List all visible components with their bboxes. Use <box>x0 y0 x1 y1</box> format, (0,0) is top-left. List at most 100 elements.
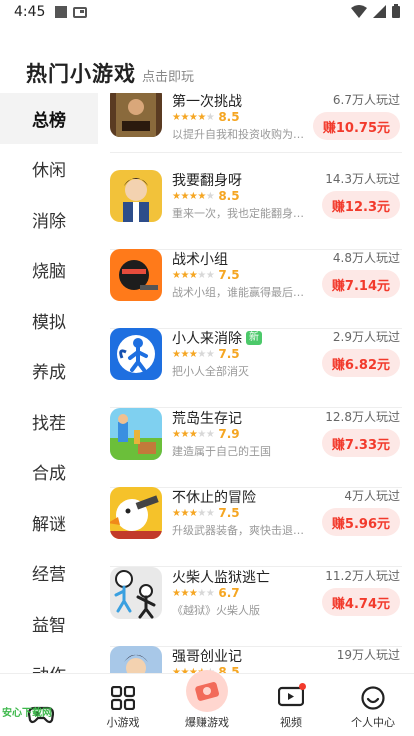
game-desc: 以提升自我和投资收购为目标 <box>172 128 312 141</box>
game-name: 荒岛生存记 <box>172 411 242 427</box>
game-name: 强哥创业记 <box>172 649 242 665</box>
earn-button[interactable]: 赚7.33元 <box>321 429 400 457</box>
sidebar-item-action[interactable]: 动作 <box>0 649 98 673</box>
game-desc: 建造属于自己的王国 <box>172 445 271 458</box>
earn-button[interactable]: 赚10.75元 <box>312 112 400 140</box>
list-item[interactable]: 我要翻身呀 ★★★★★ 8.5 重来一次，我也定能翻身逆袭 14.3万人玩过 赚1… <box>98 170 414 250</box>
signal-icon <box>373 4 386 18</box>
notification-dot <box>299 683 306 690</box>
rating-stars-icon: ★★★★★ <box>172 587 215 599</box>
game-icon-prison <box>110 567 162 619</box>
earn-button[interactable]: 赚6.82元 <box>321 349 400 377</box>
game-name: 不休止的冒险 <box>172 490 256 506</box>
nav-label: 视频 <box>280 716 302 729</box>
players-count: 6.7万人玩过 <box>332 93 400 107</box>
sidebar-item-match[interactable]: 消除 <box>0 194 98 245</box>
sidebar-item-brain[interactable]: 烧脑 <box>0 245 98 296</box>
game-name: 火柴人监狱逃亡 <box>172 570 270 586</box>
rating-stars-icon: ★★★★★ <box>172 428 215 440</box>
nav-label: 爆赚游戏 <box>185 716 229 729</box>
game-rating: ★★★★★ 7.9 <box>172 427 240 441</box>
notification-square-icon <box>55 6 68 18</box>
nav-video[interactable]: 视频 <box>250 674 332 736</box>
game-name: 小人来消除新 <box>172 328 262 348</box>
new-badge: 新 <box>246 331 262 345</box>
sidebar-item-management[interactable]: 经营 <box>0 548 98 599</box>
earn-button[interactable]: 赚12.3元 <box>321 191 400 219</box>
status-bar: 4:45 <box>0 0 414 24</box>
money-icon <box>195 682 220 701</box>
sidebar-item-merge[interactable]: 合成 <box>0 447 98 498</box>
game-rating: ★★★★★ 7.5 <box>172 268 240 282</box>
game-icon-island <box>110 408 162 460</box>
players-count: 4万人玩过 <box>344 489 400 503</box>
watermark: 安心下载网 <box>2 708 52 719</box>
players-count: 12.8万人玩过 <box>325 410 400 424</box>
battery-icon <box>392 4 400 18</box>
page-title: 热门小游戏 <box>26 62 136 86</box>
game-desc: 把小人全部消灭 <box>172 365 249 378</box>
game-icon-stickman <box>110 328 162 380</box>
list-item[interactable]: 小人来消除新 ★★★★★ 7.5 把小人全部消灭 2.9万人玩过 赚6.82元 <box>98 328 414 408</box>
game-desc: 重来一次，我也定能翻身逆袭 <box>172 207 312 220</box>
category-sidebar: 总榜 休闲 消除 烧脑 模拟 养成 找茬 合成 解谜 经营 益智 动作 <box>0 93 98 673</box>
smile-face-icon <box>361 686 385 710</box>
earn-button[interactable]: 赚4.74元 <box>321 588 400 616</box>
list-item[interactable]: 战术小组 ★★★★★ 7.5 战术小组，谁能赢得最后的胜利 4.8万人玩过 赚7.… <box>98 249 414 329</box>
game-rating: ★★★★★8.5 <box>172 110 240 124</box>
nav-label: 小游戏 <box>106 716 140 729</box>
wifi-icon <box>351 4 367 18</box>
players-count: 2.9万人玩过 <box>332 330 400 344</box>
nav-profile[interactable]: 个人中心 <box>332 674 414 736</box>
game-icon-duck <box>110 487 162 539</box>
game-desc: 《越狱》火柴人版 <box>172 604 260 617</box>
status-time: 4:45 <box>14 4 46 20</box>
list-item[interactable]: 火柴人监狱逃亡 ★★★★★ 6.7 《越狱》火柴人版 11.2万人玩过 赚4.74… <box>98 567 414 647</box>
players-count: 14.3万人玩过 <box>325 172 400 186</box>
rating-stars-icon: ★★★★★ <box>172 269 215 281</box>
game-icon-tactics <box>110 249 162 301</box>
list-item[interactable]: 荒岛生存记 ★★★★★ 7.9 建造属于自己的王国 12.8万人玩过 赚7.33元 <box>98 408 414 488</box>
game-icon-startup <box>110 646 162 673</box>
sidebar-item-puzzle[interactable]: 解谜 <box>0 497 98 548</box>
game-rating: ★★★★★8.5 <box>172 189 240 203</box>
money-badge <box>186 670 228 712</box>
sidebar-item-educational[interactable]: 益智 <box>0 598 98 649</box>
rating-stars-icon: ★★★★★ <box>172 507 215 519</box>
earn-button[interactable]: 赚5.96元 <box>321 508 400 536</box>
sidebar-item-simulation[interactable]: 模拟 <box>0 295 98 346</box>
bottom-nav: 小游戏 爆赚游戏 视频 个人中心 <box>0 670 414 736</box>
video-icon-wrap <box>277 683 306 710</box>
grid-icon <box>111 686 135 710</box>
sidebar-item-total[interactable]: 总榜 <box>0 93 98 144</box>
earn-button[interactable]: 赚7.14元 <box>321 270 400 298</box>
list-item[interactable]: 第一次挑战 ★★★★★ 8.5 以提升自我和投资收购为目标 6.7万人玩过 赚10… <box>98 93 414 171</box>
page-header: 热门小游戏 点击即玩 <box>26 58 194 88</box>
sim-card-icon <box>73 6 88 18</box>
players-count: 11.2万人玩过 <box>325 569 400 583</box>
rating-stars-icon: ★★★★★ <box>172 348 215 360</box>
nav-earn-games[interactable]: 爆赚游戏 <box>166 670 248 736</box>
page-subtitle: 点击即玩 <box>142 70 195 85</box>
game-rating: ★★★★★ 7.5 <box>172 347 240 361</box>
game-name: 我要翻身呀 <box>172 173 242 189</box>
list-item[interactable]: 强哥创业记 ★★★★★8.5 19万人玩过 <box>98 646 414 673</box>
players-count: 19万人玩过 <box>336 648 400 662</box>
sidebar-item-raising[interactable]: 养成 <box>0 346 98 397</box>
game-desc: 战术小组，谁能赢得最后的胜利 <box>172 286 312 299</box>
game-icon-comeback <box>110 170 162 222</box>
game-icon-challenge <box>110 93 162 137</box>
nav-mini-games[interactable]: 小游戏 <box>82 674 164 736</box>
sidebar-item-spot-difference[interactable]: 找茬 <box>0 396 98 447</box>
game-rating: ★★★★★ 7.5 <box>172 506 240 520</box>
nav-label: 个人中心 <box>351 716 395 729</box>
game-desc: 升级武器装备，爽快击退怪物 <box>172 524 312 537</box>
divider <box>110 152 402 153</box>
sidebar-item-casual[interactable]: 休闲 <box>0 144 98 195</box>
rating-stars-icon: ★★★★★ <box>172 111 215 123</box>
list-item[interactable]: 不休止的冒险 ★★★★★ 7.5 升级武器装备，爽快击退怪物 4万人玩过 赚5.9… <box>98 487 414 567</box>
rating-stars-icon: ★★★★★ <box>172 190 215 202</box>
players-count: 4.8万人玩过 <box>332 251 400 265</box>
game-rating: ★★★★★ 6.7 <box>172 586 240 600</box>
game-list: 第一次挑战 ★★★★★ 8.5 以提升自我和投资收购为目标 6.7万人玩过 赚10… <box>98 93 414 673</box>
